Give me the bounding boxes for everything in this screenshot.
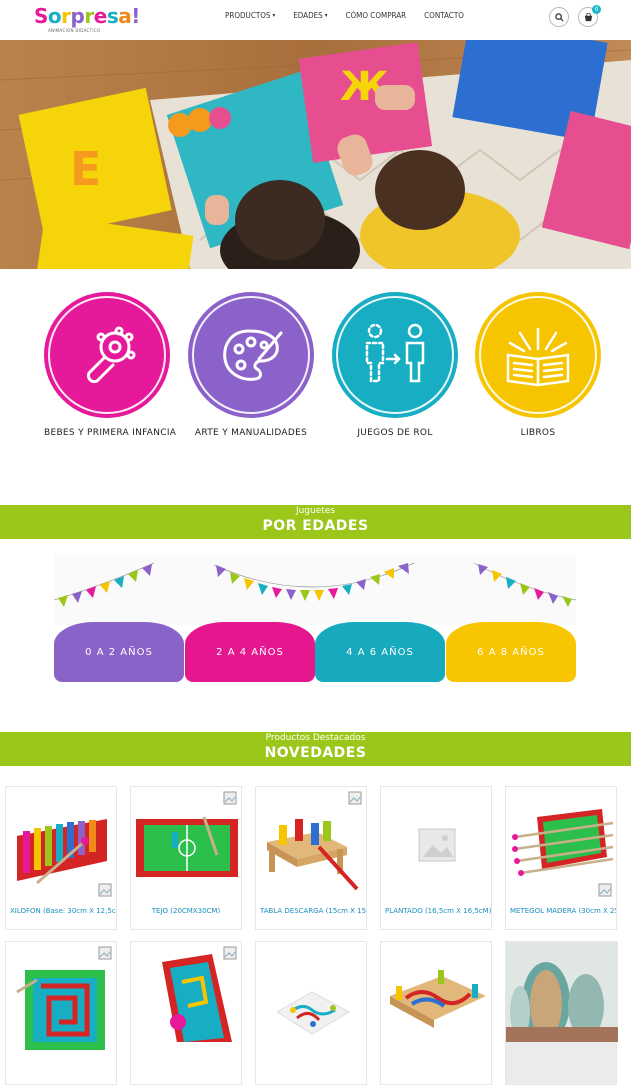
cart-count-badge: 0 [592, 5, 601, 14]
nav-como-comprar[interactable]: CÓMO COMPRAR [345, 11, 406, 20]
product-card[interactable] [255, 941, 367, 1085]
product-image [136, 816, 238, 877]
age-selector: 0 A 2 AÑOS 2 A 4 AÑOS 4 A 6 AÑOS 6 A 8 A… [54, 555, 576, 685]
product-name[interactable]: XILOFÓN (Base: 30cm X 12,5c... [6, 907, 116, 915]
image-placeholder-icon [98, 946, 112, 960]
category-label: ARTE Y MANUALIDADES [194, 428, 308, 438]
site-logo[interactable]: Sorpresa! ANIMACIÓN DIDÁCTICO [34, 4, 140, 36]
cart-icon [584, 12, 592, 21]
chevron-down-icon: ▾ [272, 12, 276, 19]
category-arte[interactable]: ARTE Y MANUALIDADES [188, 292, 314, 438]
product-card[interactable]: PLANTADO (16,5cm X 16,5cM)- [380, 786, 492, 930]
age-tab-6-8[interactable]: 6 A 8 AÑOS [446, 622, 576, 682]
category-grid: BEBES Y PRIMERA INFANCIA ARTE Y MANUALID… [0, 292, 631, 452]
product-card[interactable]: METEGOL MADERA (30cm X 25... [505, 786, 617, 930]
age-tab-4-6[interactable]: 4 A 6 AÑOS [315, 622, 445, 682]
section-kicker: Juguetes [295, 506, 336, 516]
product-name[interactable]: METEGOL MADERA (30cm X 25... [506, 907, 616, 915]
image-placeholder-icon [223, 791, 237, 805]
main-nav: PRODUCTOS ▾ EDADES ▾ CÓMO COMPRAR CONTACTO [225, 11, 464, 20]
product-card[interactable] [5, 941, 117, 1085]
category-bebes[interactable]: BEBES Y PRIMERA INFANCIA [44, 292, 177, 438]
site-header: Sorpresa! ANIMACIÓN DIDÁCTICO PRODUCTOS ▾… [0, 0, 631, 40]
section-kicker: Productos Destacados [265, 733, 366, 743]
hero-banner[interactable]: E Ж [0, 40, 631, 269]
category-label: JUEGOS DE ROL [357, 428, 433, 438]
product-name[interactable]: TEJO (20CMX30CM) [131, 907, 241, 915]
product-card[interactable] [505, 941, 618, 1085]
bunting-decoration [54, 555, 576, 625]
product-image [162, 954, 232, 1042]
product-image [512, 809, 614, 876]
ages-section-header: Juguetes POR EDADES [0, 505, 631, 539]
product-card[interactable]: TABLA DESCARGA (15cm X 15c... [255, 786, 367, 930]
product-card[interactable]: XILOFÓN (Base: 30cm X 12,5c... [5, 786, 117, 930]
category-juegos-de-rol[interactable]: JUEGOS DE ROL [332, 292, 458, 438]
product-image [390, 970, 486, 1028]
logo-tagline: ANIMACIÓN DIDÁCTICO [48, 28, 101, 33]
product-image [267, 819, 359, 891]
section-title: POR EDADES [262, 518, 369, 534]
category-libros[interactable]: LIBROS [475, 292, 601, 438]
hero-image: E Ж [0, 40, 631, 269]
nav-edades[interactable]: EDADES ▾ [293, 11, 327, 20]
chevron-down-icon: ▾ [324, 12, 328, 19]
product-image [506, 942, 618, 1042]
image-placeholder-icon [98, 883, 112, 897]
image-placeholder-icon [418, 828, 456, 862]
category-label: LIBROS [520, 428, 556, 438]
product-image [17, 819, 107, 885]
product-card[interactable] [380, 941, 492, 1085]
product-name[interactable]: TABLA DESCARGA (15cm X 15c... [256, 907, 366, 915]
section-title: NOVEDADES [264, 745, 367, 761]
search-button[interactable] [549, 7, 569, 27]
search-icon [554, 12, 564, 22]
image-placeholder-icon [598, 883, 612, 897]
nav-contacto[interactable]: CONTACTO [424, 11, 464, 20]
age-tab-0-2[interactable]: 0 A 2 AÑOS [54, 622, 184, 682]
product-image [276, 991, 351, 1035]
svg-text:E: E [70, 142, 101, 196]
cart-button[interactable]: 0 [578, 5, 601, 27]
product-card[interactable] [130, 941, 242, 1085]
product-image [16, 970, 105, 1050]
featured-section-header: Productos Destacados NOVEDADES [0, 732, 631, 766]
product-name[interactable]: PLANTADO (16,5cm X 16,5cM)- [381, 907, 491, 915]
product-card[interactable]: TEJO (20CMX30CM) [130, 786, 242, 930]
category-label: BEBES Y PRIMERA INFANCIA [44, 428, 177, 438]
nav-productos[interactable]: PRODUCTOS ▾ [225, 11, 275, 20]
age-tab-2-4[interactable]: 2 A 4 AÑOS [185, 622, 315, 682]
